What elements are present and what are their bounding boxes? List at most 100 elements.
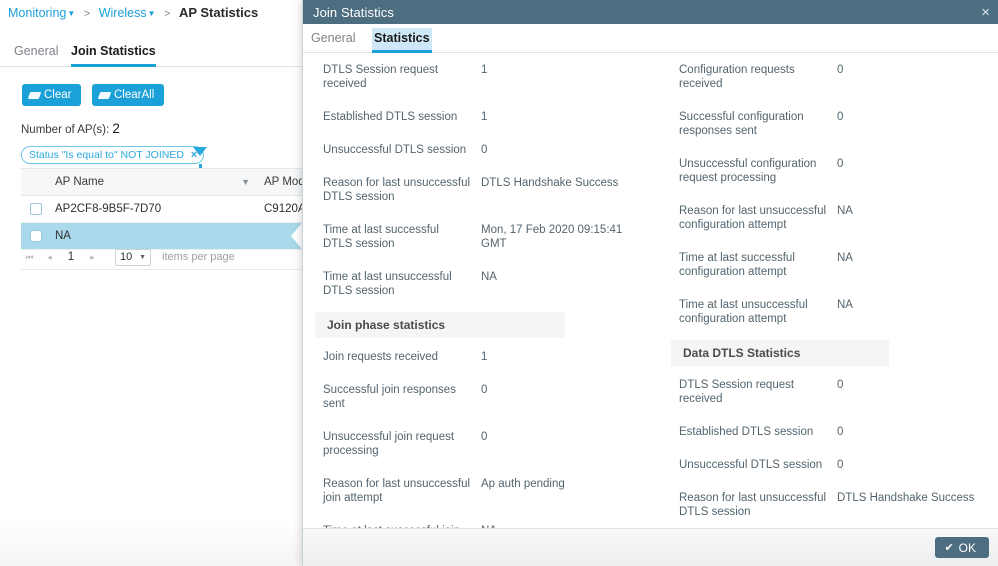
ap-count-label: Number of AP(s):	[21, 124, 110, 136]
join-statistics-dialog: Join Statistics × General Statistics DTL…	[302, 0, 998, 566]
breadcrumb-item-wireless[interactable]: Wireless▼	[99, 6, 156, 20]
cell-ap-name: AP2CF8-9B5F-7D70	[55, 203, 162, 215]
stat-row: Configuration requests received 0	[671, 53, 991, 100]
stat-row: DTLS Session request received 1	[315, 53, 635, 100]
stat-row: Time at last successful join attemptNA	[315, 514, 635, 528]
clear-all-button-label: ClearAll	[114, 89, 155, 101]
row-checkbox-2[interactable]	[30, 230, 42, 242]
first-page-icon[interactable]: ⏮	[21, 252, 38, 263]
next-page-icon[interactable]: ▸	[84, 252, 101, 263]
stat-label: Established DTLS session	[323, 111, 458, 123]
stat-label: Reason for last unsuccessful configurati…	[679, 205, 827, 231]
stat-label: Join requests received	[323, 351, 439, 363]
stat-label: Unsuccessful join request processing	[323, 431, 455, 457]
stat-label: Reason for last unsuccessful DTLS sessio…	[323, 177, 471, 203]
stat-row: Unsuccessful DTLS session 0	[671, 448, 991, 481]
breadcrumb-separator-2: >	[164, 8, 171, 20]
stat-label: DTLS Session request received	[323, 64, 439, 90]
section-header: Join phase statistics	[315, 312, 565, 338]
stat-value: 1	[481, 111, 488, 123]
stat-row: Time at last unsuccessful configuration …	[671, 288, 991, 335]
ok-button[interactable]: ✔ OK	[935, 537, 989, 558]
stat-value: DTLS Handshake Success	[481, 177, 619, 189]
dialog-tab-general[interactable]: General	[311, 28, 355, 53]
chevron-down-icon-sort: ▼	[241, 177, 250, 187]
section-header: Data DTLS Statistics	[671, 340, 889, 366]
tab-general[interactable]: General	[14, 38, 58, 67]
dialog-footer: ✔ OK	[303, 528, 998, 566]
stat-row: Join requests received 1	[315, 340, 635, 373]
stat-value: 1	[481, 64, 488, 76]
cell-ap-name-2: NA	[55, 230, 71, 242]
ap-statistics-page: Monitoring▼ > Wireless▼ > AP Statistics …	[0, 0, 302, 566]
column-header-ap-name[interactable]: AP Name ▼	[51, 176, 256, 188]
stat-label: Established DTLS session	[679, 426, 814, 438]
stat-label: Configuration requests received	[679, 64, 795, 90]
page-number[interactable]: 1	[61, 251, 81, 263]
stats-column-left: DTLS Session request received 1 Establishe…	[315, 53, 635, 528]
stat-row: Time at last unsuccessful DTLS session NA	[315, 260, 635, 307]
clear-all-button[interactable]: ClearAll	[92, 84, 165, 106]
stat-label: Unsuccessful configuration request proce…	[679, 158, 817, 184]
dialog-body: DTLS Session request received 1 Establishe…	[303, 53, 998, 528]
stat-value: 0	[837, 158, 844, 170]
close-icon-dialog[interactable]: ×	[978, 5, 993, 20]
dialog-tab-statistics[interactable]: Statistics	[372, 28, 432, 53]
stat-label: Successful join responses sent	[323, 384, 456, 410]
page-size-select[interactable]: 10 ▼	[115, 248, 151, 266]
row-checkbox[interactable]	[30, 203, 42, 215]
check-icon: ✔	[944, 542, 954, 554]
page-size-value: 10	[120, 251, 133, 263]
stat-row: Time at last successful DTLS session Mon,…	[315, 213, 635, 260]
stat-label: Time at last unsuccessful configuration …	[679, 299, 808, 325]
ap-count: Number of AP(s): 2	[21, 121, 120, 136]
dialog-header: Join Statistics ×	[303, 0, 998, 24]
stat-value: 0	[481, 384, 488, 396]
stat-label: Reason for last unsuccessful join attemp…	[323, 478, 471, 504]
ok-button-label: OK	[958, 540, 976, 555]
screen: Monitoring▼ > Wireless▼ > AP Statistics …	[0, 0, 998, 566]
chevron-down-icon-pagesize: ▼	[139, 253, 146, 261]
breadcrumb-item-monitoring[interactable]: Monitoring▼	[8, 6, 75, 20]
table-row[interactable]: AP2CF8-9B5F-7D70 C9120A	[21, 196, 302, 223]
column-header-ap-model[interactable]: AP Mod	[256, 176, 302, 188]
filter-icon[interactable]	[193, 147, 207, 170]
stat-row: Established DTLS session 0	[671, 415, 991, 448]
stat-value: NA	[837, 252, 853, 264]
stat-value: Ap auth pending	[481, 478, 565, 490]
stat-value: 0	[837, 379, 844, 391]
stat-value: NA	[481, 271, 497, 283]
stat-row: Successful join responses sent 0	[315, 373, 635, 420]
stat-value: Mon, 17 Feb 2020 09:15:41 GMT	[481, 224, 623, 250]
eraser-icon	[27, 91, 42, 99]
table-header-row: AP Name ▼ AP Mod	[21, 169, 302, 196]
dialog-tabbar: General Statistics	[303, 24, 998, 53]
stat-value: 1	[481, 351, 488, 363]
stat-value: 0	[481, 144, 488, 156]
stat-row: Unsuccessful join request processing 0	[315, 420, 635, 467]
clear-button-label: Clear	[44, 89, 72, 101]
stat-value: NA	[837, 299, 853, 311]
stat-label: Reason for last unsuccessful DTLS sessio…	[679, 492, 827, 518]
clear-button[interactable]: Clear	[22, 84, 82, 106]
column-header-ap-name-label: AP Name	[55, 176, 105, 188]
row-checkbox-cell	[21, 203, 51, 215]
stat-label: Unsuccessful DTLS session	[679, 459, 823, 471]
stat-row: Unsuccessful configuration request proce…	[671, 147, 991, 194]
cell-ap-model: C9120A	[264, 203, 302, 215]
stat-value: DTLS Handshake Success	[837, 492, 975, 504]
breadcrumb-separator-1: >	[83, 8, 91, 20]
breadcrumb-current: AP Statistics	[178, 5, 259, 20]
table-pager: ⏮ ◂ 1 ▸ 10 ▼ items per page	[21, 245, 302, 270]
stat-value: 0	[481, 431, 488, 443]
stat-row: Reason for last unsuccessful configurati…	[671, 194, 991, 241]
stat-row: DTLS Session request received 0	[671, 368, 991, 415]
stats-column-right: Configuration requests received 0 Successf…	[671, 53, 991, 528]
filter-chip[interactable]: Status "Is equal to" NOT JOINED ×	[21, 146, 205, 164]
chevron-down-icon: ▼	[67, 9, 76, 18]
tab-join-statistics[interactable]: Join Statistics	[71, 38, 156, 67]
prev-page-icon[interactable]: ◂	[41, 252, 58, 263]
stat-row: Time at last successful configuration at…	[671, 241, 991, 288]
stat-row: Reason for last unsuccessful DTLS sessio…	[671, 481, 991, 528]
stat-row: Reason for last unsuccessful DTLS sessio…	[315, 166, 635, 213]
